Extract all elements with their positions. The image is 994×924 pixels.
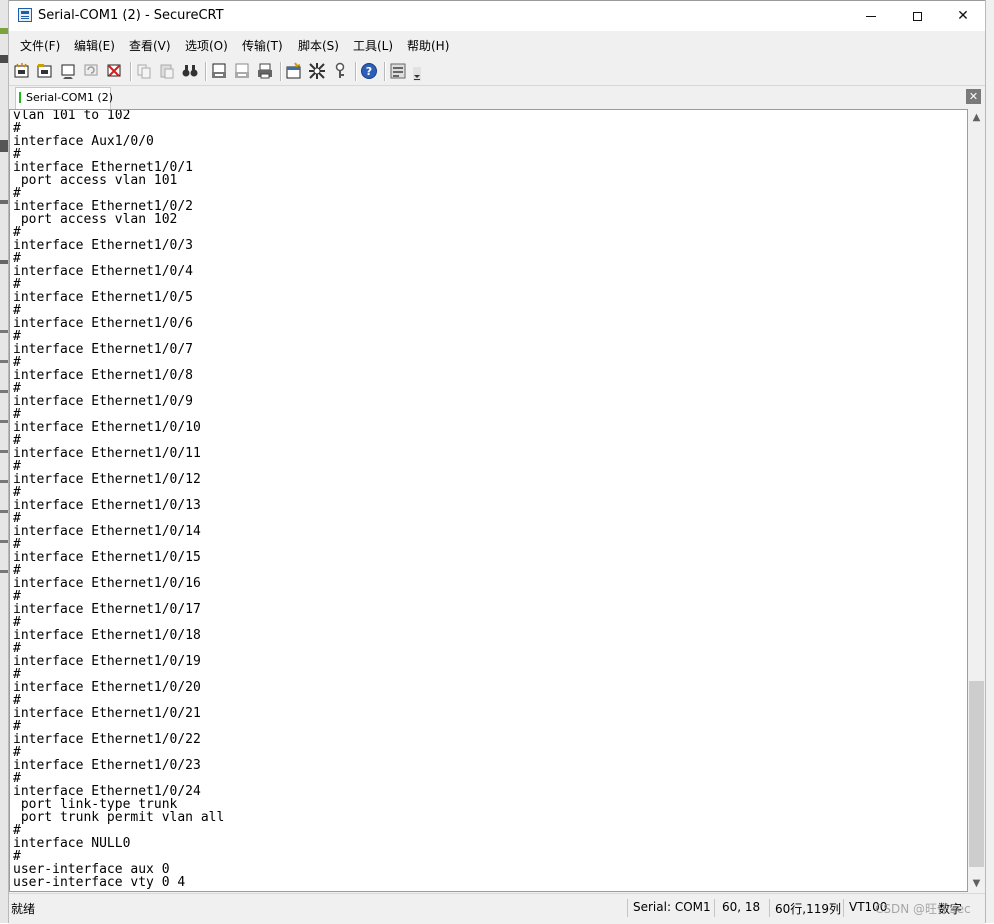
customize-icon[interactable] — [389, 62, 407, 80]
keymap-icon[interactable] — [331, 62, 349, 80]
vertical-scrollbar[interactable]: ▲ ▼ — [968, 109, 985, 892]
securecrt-app-icon[interactable] — [18, 8, 32, 22]
copy-icon[interactable] — [135, 62, 153, 80]
scroll-up-arrow-icon[interactable]: ▲ — [968, 109, 985, 126]
toolbar-separator — [355, 62, 357, 81]
reconnect-icon[interactable] — [82, 62, 100, 80]
status-connection: Serial: COM1 — [633, 900, 711, 914]
window-border — [985, 0, 986, 923]
terminal-output[interactable]: vlan 101 to 102 # interface Aux1/0/0 # i… — [9, 109, 968, 892]
securecrt-window: Serial-COM1 (2) - SecureCRT ✕ 文件(F) 编辑(E… — [8, 0, 986, 924]
menu-script[interactable]: 脚本(S) — [298, 37, 339, 54]
find-icon[interactable] — [181, 62, 199, 80]
toolbar-separator — [280, 62, 282, 81]
csdn-watermark: CSDN @旺仔Sec — [875, 902, 971, 916]
status-divider — [843, 899, 844, 917]
toolbar: ? — [9, 59, 985, 84]
print-selection-icon[interactable] — [233, 62, 251, 80]
connected-status-indicator — [19, 92, 21, 103]
toolbar-separator — [205, 62, 207, 81]
paste-icon[interactable] — [158, 62, 176, 80]
menu-tools[interactable]: 工具(L) — [353, 37, 393, 54]
help-icon[interactable]: ? — [360, 62, 378, 80]
status-ready: 就绪 — [11, 902, 36, 916]
menu-file[interactable]: 文件(F) — [20, 37, 60, 54]
connect-icon[interactable] — [59, 62, 77, 80]
close-button[interactable]: ✕ — [940, 1, 986, 31]
print-icon[interactable] — [256, 62, 274, 80]
svg-text:?: ? — [366, 65, 372, 78]
status-divider — [714, 899, 715, 917]
status-bar: 就绪 Serial: COM1 60, 18 60行,119列 VT100 数字… — [9, 893, 985, 924]
menu-bar: 文件(F) 编辑(E) 查看(V) 选项(O) 传输(T) 脚本(S) 工具(L… — [9, 31, 985, 59]
menu-view[interactable]: 查看(V) — [129, 37, 171, 54]
session-options-icon[interactable] — [285, 62, 303, 80]
toolbar-separator — [384, 62, 386, 81]
minimize-icon — [866, 15, 876, 17]
disconnect-icon[interactable] — [105, 62, 123, 80]
scroll-down-arrow-icon[interactable]: ▼ — [968, 875, 985, 892]
terminal-text: vlan 101 to 102 # interface Aux1/0/0 # i… — [13, 109, 225, 890]
menu-edit[interactable]: 编辑(E) — [74, 37, 115, 54]
title-bar[interactable]: Serial-COM1 (2) - SecureCRT ✕ — [9, 1, 985, 31]
quick-connect-icon[interactable] — [13, 62, 31, 80]
maximize-button[interactable] — [894, 1, 940, 31]
status-cursor-position: 60, 18 — [722, 900, 761, 914]
session-tab-bar: Serial-COM1 (2) ✕ — [9, 85, 985, 109]
menu-transfer[interactable]: 传输(T) — [242, 37, 283, 54]
close-icon: ✕ — [957, 8, 969, 24]
tab-label: Serial-COM1 (2) — [26, 91, 114, 104]
menu-options[interactable]: 选项(O) — [185, 37, 228, 54]
scrollbar-thumb[interactable] — [969, 681, 984, 867]
background-window-edge-right — [986, 0, 994, 923]
status-terminal-size: 60行,119列 — [775, 902, 841, 916]
maximize-icon — [912, 11, 922, 21]
minimize-button[interactable] — [848, 1, 894, 31]
window-title: Serial-COM1 (2) - SecureCRT — [38, 8, 224, 23]
connect-in-tab-icon[interactable] — [36, 62, 54, 80]
toolbar-separator — [130, 62, 132, 81]
print-screen-icon[interactable] — [210, 62, 228, 80]
status-divider — [769, 899, 770, 917]
close-tab-button[interactable]: ✕ — [966, 89, 981, 104]
toolbar-overflow-chevron-icon[interactable] — [413, 67, 421, 81]
tab-serial-com1[interactable]: Serial-COM1 (2) — [15, 87, 114, 109]
global-options-icon[interactable] — [308, 62, 326, 80]
menu-help[interactable]: 帮助(H) — [407, 37, 449, 54]
close-icon: ✕ — [968, 90, 979, 103]
status-divider — [627, 899, 628, 917]
